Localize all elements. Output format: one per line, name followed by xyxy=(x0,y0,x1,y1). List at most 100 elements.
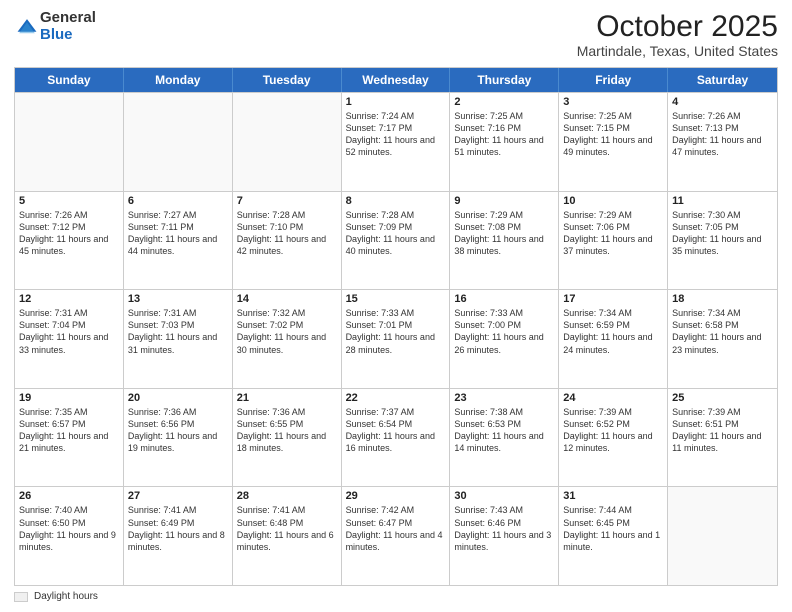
calendar-cell: 30 Sunrise: 7:43 AM Sunset: 6:46 PM Dayli… xyxy=(450,487,559,585)
day-number: 11 xyxy=(672,195,773,207)
calendar-cell xyxy=(15,93,124,191)
calendar-cell: 15 Sunrise: 7:33 AM Sunset: 7:01 PM Dayli… xyxy=(342,290,451,388)
day-info: Sunrise: 7:26 AM Sunset: 7:12 PM Dayligh… xyxy=(19,209,119,258)
calendar-cell: 27 Sunrise: 7:41 AM Sunset: 6:49 PM Dayli… xyxy=(124,487,233,585)
day-number: 1 xyxy=(346,96,446,108)
day-number: 15 xyxy=(346,293,446,305)
calendar-cell: 18 Sunrise: 7:34 AM Sunset: 6:58 PM Dayli… xyxy=(668,290,777,388)
calendar-cell: 2 Sunrise: 7:25 AM Sunset: 7:16 PM Daylig… xyxy=(450,93,559,191)
day-number: 5 xyxy=(19,195,119,207)
day-info: Sunrise: 7:43 AM Sunset: 6:46 PM Dayligh… xyxy=(454,504,554,553)
legend-label: Daylight hours xyxy=(34,591,98,602)
day-info: Sunrise: 7:39 AM Sunset: 6:51 PM Dayligh… xyxy=(672,406,773,455)
day-number: 24 xyxy=(563,392,663,404)
day-number: 9 xyxy=(454,195,554,207)
day-info: Sunrise: 7:28 AM Sunset: 7:09 PM Dayligh… xyxy=(346,209,446,258)
day-number: 27 xyxy=(128,490,228,502)
day-info: Sunrise: 7:28 AM Sunset: 7:10 PM Dayligh… xyxy=(237,209,337,258)
day-number: 23 xyxy=(454,392,554,404)
calendar-cell: 25 Sunrise: 7:39 AM Sunset: 6:51 PM Dayli… xyxy=(668,389,777,487)
day-info: Sunrise: 7:29 AM Sunset: 7:08 PM Dayligh… xyxy=(454,209,554,258)
day-info: Sunrise: 7:30 AM Sunset: 7:05 PM Dayligh… xyxy=(672,209,773,258)
logo-general: General xyxy=(40,10,96,27)
logo: General Blue xyxy=(14,10,96,43)
logo-text: General Blue xyxy=(40,10,96,43)
day-info: Sunrise: 7:26 AM Sunset: 7:13 PM Dayligh… xyxy=(672,110,773,159)
calendar-header-row: SundayMondayTuesdayWednesdayThursdayFrid… xyxy=(15,68,777,92)
day-info: Sunrise: 7:39 AM Sunset: 6:52 PM Dayligh… xyxy=(563,406,663,455)
day-info: Sunrise: 7:24 AM Sunset: 7:17 PM Dayligh… xyxy=(346,110,446,159)
calendar-cell: 23 Sunrise: 7:38 AM Sunset: 6:53 PM Dayli… xyxy=(450,389,559,487)
day-info: Sunrise: 7:41 AM Sunset: 6:48 PM Dayligh… xyxy=(237,504,337,553)
calendar-cell xyxy=(668,487,777,585)
day-info: Sunrise: 7:32 AM Sunset: 7:02 PM Dayligh… xyxy=(237,307,337,356)
calendar-header-saturday: Saturday xyxy=(668,68,777,92)
calendar-cell: 11 Sunrise: 7:30 AM Sunset: 7:05 PM Dayli… xyxy=(668,192,777,290)
calendar-header-monday: Monday xyxy=(124,68,233,92)
day-number: 13 xyxy=(128,293,228,305)
day-number: 6 xyxy=(128,195,228,207)
calendar-week-2: 5 Sunrise: 7:26 AM Sunset: 7:12 PM Daylig… xyxy=(15,191,777,290)
day-info: Sunrise: 7:33 AM Sunset: 7:00 PM Dayligh… xyxy=(454,307,554,356)
calendar-header-wednesday: Wednesday xyxy=(342,68,451,92)
calendar-cell: 3 Sunrise: 7:25 AM Sunset: 7:15 PM Daylig… xyxy=(559,93,668,191)
calendar-cell xyxy=(124,93,233,191)
page: General Blue October 2025 Martindale, Te… xyxy=(0,0,792,612)
day-info: Sunrise: 7:38 AM Sunset: 6:53 PM Dayligh… xyxy=(454,406,554,455)
day-info: Sunrise: 7:25 AM Sunset: 7:15 PM Dayligh… xyxy=(563,110,663,159)
day-info: Sunrise: 7:29 AM Sunset: 7:06 PM Dayligh… xyxy=(563,209,663,258)
day-number: 21 xyxy=(237,392,337,404)
logo-blue: Blue xyxy=(40,27,96,44)
calendar-cell: 12 Sunrise: 7:31 AM Sunset: 7:04 PM Dayli… xyxy=(15,290,124,388)
day-number: 8 xyxy=(346,195,446,207)
day-info: Sunrise: 7:31 AM Sunset: 7:03 PM Dayligh… xyxy=(128,307,228,356)
calendar-cell: 14 Sunrise: 7:32 AM Sunset: 7:02 PM Dayli… xyxy=(233,290,342,388)
subtitle: Martindale, Texas, United States xyxy=(577,43,778,59)
day-number: 12 xyxy=(19,293,119,305)
calendar-header-sunday: Sunday xyxy=(15,68,124,92)
day-info: Sunrise: 7:33 AM Sunset: 7:01 PM Dayligh… xyxy=(346,307,446,356)
day-number: 10 xyxy=(563,195,663,207)
calendar-header-friday: Friday xyxy=(559,68,668,92)
day-number: 25 xyxy=(672,392,773,404)
day-info: Sunrise: 7:36 AM Sunset: 6:55 PM Dayligh… xyxy=(237,406,337,455)
day-info: Sunrise: 7:25 AM Sunset: 7:16 PM Dayligh… xyxy=(454,110,554,159)
calendar: SundayMondayTuesdayWednesdayThursdayFrid… xyxy=(14,67,778,586)
day-number: 14 xyxy=(237,293,337,305)
calendar-cell: 16Sunrise: 7:33 AM Sunset: 7:00 PM Dayli… xyxy=(450,290,559,388)
day-number: 30 xyxy=(454,490,554,502)
day-number: 2 xyxy=(454,96,554,108)
day-info: Sunrise: 7:41 AM Sunset: 6:49 PM Dayligh… xyxy=(128,504,228,553)
calendar-cell: 6 Sunrise: 7:27 AM Sunset: 7:11 PM Daylig… xyxy=(124,192,233,290)
calendar-header-tuesday: Tuesday xyxy=(233,68,342,92)
calendar-week-1: 1 Sunrise: 7:24 AM Sunset: 7:17 PM Daylig… xyxy=(15,92,777,191)
calendar-cell: 1 Sunrise: 7:24 AM Sunset: 7:17 PM Daylig… xyxy=(342,93,451,191)
calendar-cell: 31Sunrise: 7:44 AM Sunset: 6:45 PM Dayli… xyxy=(559,487,668,585)
calendar-cell: 26Sunrise: 7:40 AM Sunset: 6:50 PM Dayli… xyxy=(15,487,124,585)
day-number: 26 xyxy=(19,490,119,502)
legend-box xyxy=(14,592,28,602)
calendar-cell: 10 Sunrise: 7:29 AM Sunset: 7:06 PM Dayli… xyxy=(559,192,668,290)
calendar-week-5: 26Sunrise: 7:40 AM Sunset: 6:50 PM Dayli… xyxy=(15,486,777,585)
day-number: 29 xyxy=(346,490,446,502)
day-info: Sunrise: 7:31 AM Sunset: 7:04 PM Dayligh… xyxy=(19,307,119,356)
calendar-body: 1 Sunrise: 7:24 AM Sunset: 7:17 PM Daylig… xyxy=(15,92,777,585)
day-info: Sunrise: 7:37 AM Sunset: 6:54 PM Dayligh… xyxy=(346,406,446,455)
legend: Daylight hours xyxy=(14,591,778,602)
calendar-cell: 28Sunrise: 7:41 AM Sunset: 6:48 PM Dayli… xyxy=(233,487,342,585)
calendar-week-3: 12 Sunrise: 7:31 AM Sunset: 7:04 PM Dayli… xyxy=(15,289,777,388)
day-info: Sunrise: 7:27 AM Sunset: 7:11 PM Dayligh… xyxy=(128,209,228,258)
day-number: 3 xyxy=(563,96,663,108)
day-number: 18 xyxy=(672,293,773,305)
calendar-cell: 22Sunrise: 7:37 AM Sunset: 6:54 PM Dayli… xyxy=(342,389,451,487)
title-block: October 2025 Martindale, Texas, United S… xyxy=(577,10,778,59)
calendar-cell xyxy=(233,93,342,191)
day-number: 31 xyxy=(563,490,663,502)
day-number: 4 xyxy=(672,96,773,108)
calendar-cell: 29 Sunrise: 7:42 AM Sunset: 6:47 PM Dayli… xyxy=(342,487,451,585)
logo-icon xyxy=(16,16,38,38)
header: General Blue October 2025 Martindale, Te… xyxy=(14,10,778,59)
day-info: Sunrise: 7:34 AM Sunset: 6:58 PM Dayligh… xyxy=(672,307,773,356)
day-info: Sunrise: 7:42 AM Sunset: 6:47 PM Dayligh… xyxy=(346,504,446,553)
calendar-cell: 8 Sunrise: 7:28 AM Sunset: 7:09 PM Daylig… xyxy=(342,192,451,290)
